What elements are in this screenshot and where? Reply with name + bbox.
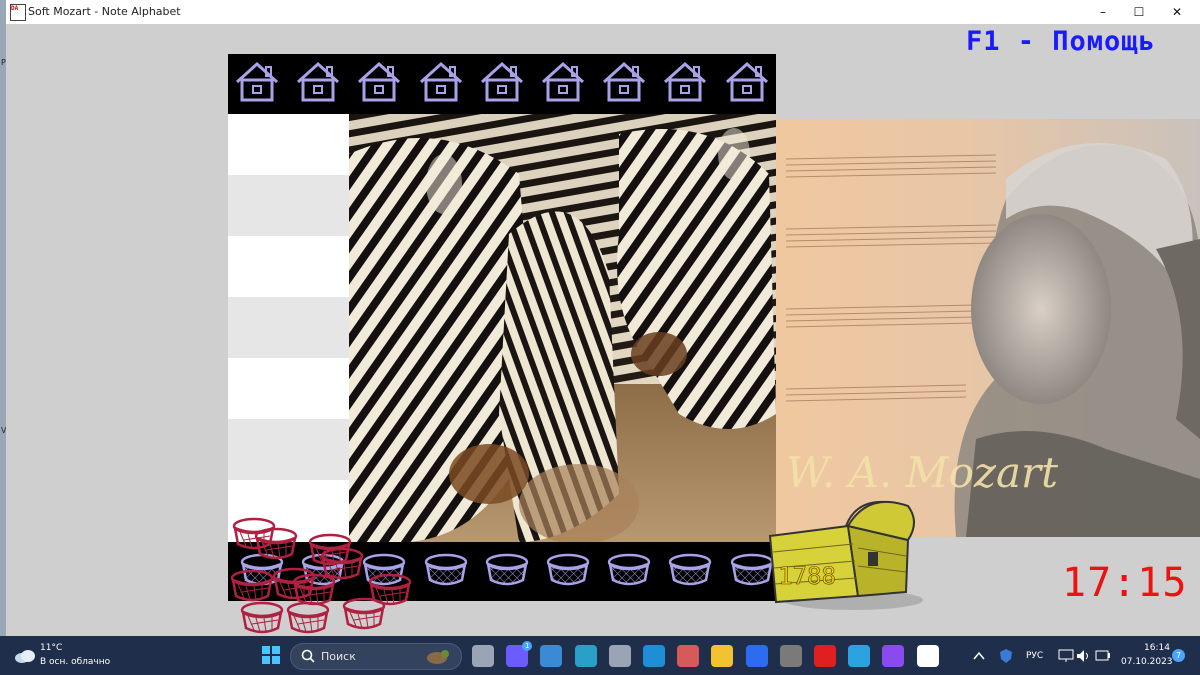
snipping-icon[interactable] — [540, 645, 563, 667]
collected-basket-icon — [230, 569, 274, 602]
house-icon[interactable] — [661, 60, 709, 104]
close-button[interactable]: ✕ — [1154, 0, 1200, 24]
note-row[interactable] — [228, 236, 349, 297]
treasure-chest — [758, 496, 923, 616]
tray-date[interactable]: 07.10.2023 — [1121, 657, 1173, 667]
app-window: DA Soft Mozart - Note Alphabet – ☐ ✕ F1 … — [6, 0, 1200, 636]
basket-icon[interactable] — [483, 552, 531, 590]
mozart-signature: W. A. Mozart — [786, 448, 1058, 497]
calculator-icon[interactable] — [608, 645, 631, 667]
tray-time[interactable]: 16:14 — [1144, 643, 1170, 653]
chevron-up-icon[interactable] — [973, 651, 985, 660]
cloud-icon[interactable] — [14, 648, 36, 664]
search-placeholder: Поиск — [321, 650, 356, 663]
note-row[interactable] — [228, 297, 349, 358]
weather-condition[interactable]: В осн. облачно — [40, 657, 110, 667]
note-row[interactable] — [228, 114, 349, 175]
mozart-portrait: W. A. Mozart — [776, 119, 1200, 537]
taskbar-search[interactable]: Поиск — [290, 643, 462, 670]
notification-badge[interactable]: 7 — [1172, 649, 1185, 662]
house-icon[interactable] — [294, 60, 342, 104]
paint-icon[interactable] — [677, 645, 700, 667]
security-icon[interactable] — [998, 648, 1014, 664]
windows-start-icon[interactable] — [262, 646, 280, 664]
note-row[interactable] — [228, 419, 349, 480]
volume-icon[interactable] — [1076, 649, 1092, 663]
help-hint: F1 - Помощь — [966, 26, 1156, 57]
app-icon[interactable]: DA — [10, 4, 26, 21]
taskbar: 11°C В осн. облачно Поиск 1 РУС 16:14 07… — [0, 636, 1200, 675]
game-area: F1 - Помощь W. A. Mozart 1788 17:15 — [6, 24, 1200, 636]
house-icon[interactable] — [233, 60, 281, 104]
language-indicator[interactable]: РУС — [1026, 651, 1043, 661]
game-clock: 17:15 — [1062, 560, 1188, 606]
file-explorer-icon[interactable] — [711, 645, 734, 667]
search-icon — [301, 649, 315, 663]
house-bar — [228, 54, 776, 114]
telegram-icon[interactable] — [848, 645, 871, 667]
house-icon[interactable] — [539, 60, 587, 104]
house-icon[interactable] — [723, 60, 771, 104]
basket-icon[interactable] — [544, 552, 592, 590]
house-icon[interactable] — [417, 60, 465, 104]
window-title: Soft Mozart - Note Alphabet — [28, 5, 181, 18]
title-bar[interactable]: DA Soft Mozart - Note Alphabet – ☐ ✕ — [6, 0, 1200, 25]
basket-icon[interactable] — [666, 552, 714, 590]
zoom-icon[interactable] — [745, 645, 768, 667]
network-icon[interactable] — [1058, 649, 1074, 663]
collected-basket-icon — [342, 597, 386, 630]
zebras-picture — [349, 114, 776, 542]
chat-badge: 1 — [522, 641, 533, 651]
collected-basket-icon — [286, 601, 330, 634]
chat-icon[interactable]: 1 — [506, 641, 533, 667]
keyboard-icon[interactable] — [574, 645, 597, 667]
soft-mozart-icon[interactable] — [916, 645, 939, 667]
search-highlight-icon — [427, 650, 449, 664]
obsidian-icon[interactable] — [882, 645, 905, 667]
house-icon[interactable] — [600, 60, 648, 104]
weather-temperature[interactable]: 11°C — [40, 643, 62, 653]
note-row[interactable] — [228, 358, 349, 419]
collected-basket-icon — [240, 601, 284, 634]
note-rows-panel — [228, 114, 349, 542]
score-counter: 1788 — [778, 562, 836, 591]
basket-icon[interactable] — [605, 552, 653, 590]
battery-icon[interactable] — [1095, 650, 1111, 661]
edge-dev-icon[interactable] — [643, 645, 665, 667]
yandex-icon[interactable] — [814, 645, 836, 667]
usb-icon[interactable] — [779, 645, 802, 667]
house-icon[interactable] — [355, 60, 403, 104]
task-view-icon[interactable] — [472, 645, 494, 667]
note-row[interactable] — [228, 175, 349, 236]
house-icon[interactable] — [478, 60, 526, 104]
collected-baskets[interactable] — [218, 516, 418, 636]
basket-icon[interactable] — [422, 552, 470, 590]
